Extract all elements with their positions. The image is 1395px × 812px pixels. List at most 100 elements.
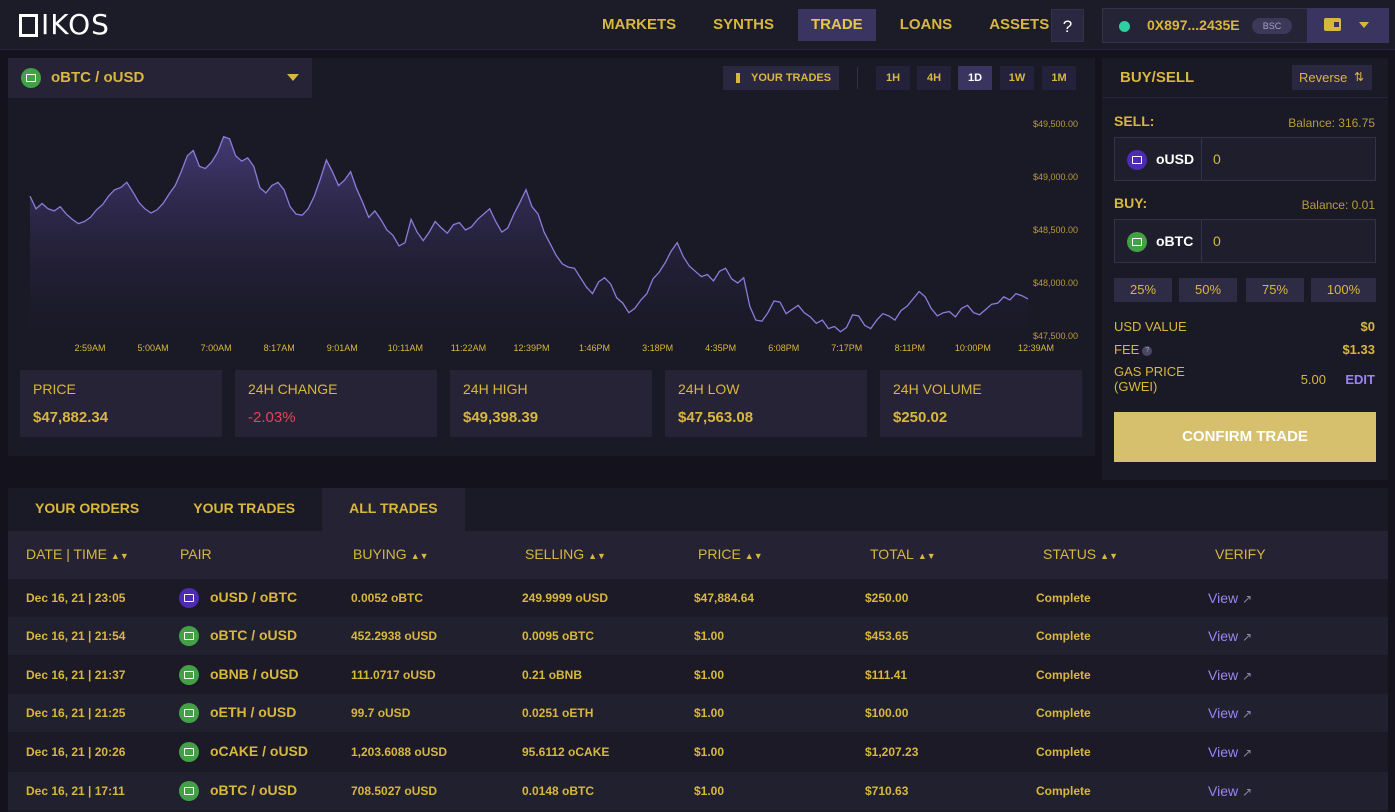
col-date[interactable]: DATE | TIME ▲▼ [26, 546, 129, 562]
tab-your-orders[interactable]: YOUR ORDERS [8, 488, 166, 531]
wallet-panel[interactable]: 0X897...2435E BSC [1102, 8, 1389, 43]
buy-field[interactable]: oBTC 0 [1114, 219, 1376, 263]
row-pair: oBTC / oUSD [210, 782, 298, 798]
table-row[interactable]: Dec 16, 21 | 17:11 oBTC / oUSD 708.5027 … [8, 772, 1388, 810]
col-buying[interactable]: BUYING ▲▼ [353, 546, 429, 562]
chevron-down-icon [1359, 22, 1369, 28]
row-date: Dec 16, 21 | 17:11 [26, 784, 125, 798]
chevron-down-icon [287, 74, 299, 81]
wallet-menu-button[interactable] [1307, 8, 1389, 43]
col-buying-label: BUYING [353, 546, 407, 562]
view-link[interactable]: View ↗ [1208, 783, 1252, 799]
row-status: Complete [1036, 629, 1091, 643]
row-selling: 95.6112 oCAKE [522, 745, 610, 759]
trade-title: BUY/SELL [1120, 69, 1195, 86]
x-tick-label: 11:22AM [451, 343, 486, 353]
confirm-trade-button[interactable]: CONFIRM TRADE [1114, 412, 1376, 462]
timeframe-1m[interactable]: 1M [1042, 66, 1076, 90]
row-price: $1.00 [694, 629, 725, 643]
view-label: View [1208, 705, 1239, 721]
row-pair: oBTC / oUSD [210, 627, 298, 643]
swap-arrows-icon: ⇅ [1354, 70, 1365, 84]
sell-balance[interactable]: Balance: 316.75 [1288, 116, 1375, 130]
row-buying: 1,203.6088 oUSD [351, 745, 448, 759]
row-total: $1,207.23 [865, 745, 919, 759]
view-label: View [1208, 590, 1239, 606]
sell-amount-input[interactable]: 0 [1213, 151, 1221, 167]
buy-balance[interactable]: Balance: 0.01 [1302, 198, 1375, 212]
pair-label: oBTC / oUSD [51, 69, 145, 86]
tab-all-trades[interactable]: ALL TRADES [322, 488, 465, 531]
ikos-logo[interactable]: IKOS [19, 11, 110, 39]
view-link[interactable]: View ↗ [1208, 667, 1252, 683]
stat-label: 24H CHANGE [248, 381, 338, 397]
wallet-icon [1324, 18, 1341, 31]
y-tick-label: $49,000.00 [1033, 172, 1078, 182]
table-row[interactable]: Dec 16, 21 | 21:25 oETH / oUSD 99.7 oUSD… [8, 694, 1388, 732]
buy-label: BUY: [1114, 195, 1148, 211]
help-button[interactable]: ? [1051, 9, 1084, 42]
col-status[interactable]: STATUS ▲▼ [1043, 546, 1118, 562]
obtc-coin-icon [21, 68, 41, 88]
top-navbar: IKOS MARKETS SYNTHS TRADE LOANS ASSETS ?… [0, 0, 1395, 50]
view-link[interactable]: View ↗ [1208, 705, 1252, 721]
edit-gas-button[interactable]: EDIT [1345, 372, 1375, 387]
row-price: $47,884.64 [694, 591, 755, 605]
view-label: View [1208, 783, 1239, 799]
view-label: View [1208, 667, 1239, 683]
tab-your-trades[interactable]: YOUR TRADES [166, 488, 322, 531]
stat-value: -2.03% [248, 409, 296, 426]
nav-trade[interactable]: TRADE [798, 9, 876, 41]
timeframe-4h[interactable]: 4H [917, 66, 951, 90]
y-tick-label: $48,000.00 [1033, 278, 1078, 288]
timeframe-1h[interactable]: 1H [876, 66, 910, 90]
pair-selector[interactable]: oBTC / oUSD [8, 58, 312, 98]
row-date: Dec 16, 21 | 21:37 [26, 668, 126, 682]
view-link[interactable]: View ↗ [1208, 744, 1252, 760]
percent-100-button[interactable]: 100% [1311, 278, 1376, 302]
nav-assets[interactable]: ASSETS [976, 9, 1062, 41]
nav-synths[interactable]: SYNTHS [700, 9, 787, 41]
price-chart[interactable]: $49,500.00 $49,000.00 $48,500.00 $48,000.00… [18, 100, 1088, 362]
col-selling[interactable]: SELLING ▲▼ [525, 546, 606, 562]
y-tick-label: $49,500.00 [1033, 119, 1078, 129]
x-tick-label: 3:18PM [642, 343, 673, 353]
your-trades-toggle[interactable]: YOUR TRADES [723, 66, 839, 90]
nav-loans[interactable]: LOANS [887, 9, 966, 41]
stat-24h-change: 24H CHANGE -2.03% [235, 370, 437, 437]
buy-amount-input[interactable]: 0 [1213, 233, 1221, 249]
table-row[interactable]: Dec 16, 21 | 20:26 oCAKE / oUSD 1,203.60… [8, 733, 1388, 771]
divider [857, 67, 858, 89]
table-row[interactable]: Dec 16, 21 | 23:05 oUSD / oBTC 0.0052 oB… [8, 579, 1388, 617]
table-row[interactable]: Dec 16, 21 | 21:37 oBNB / oUSD 111.0717 … [8, 656, 1388, 694]
percent-75-button[interactable]: 75% [1246, 278, 1304, 302]
main-nav: MARKETS SYNTHS TRADE LOANS ASSETS [589, 9, 1073, 41]
oeth-coin-icon [179, 703, 199, 723]
sell-token[interactable]: oUSD [1156, 151, 1194, 167]
row-total: $100.00 [865, 706, 909, 720]
fee-value: $1.33 [1342, 342, 1375, 357]
row-selling: 0.21 oBNB [522, 668, 583, 682]
y-tick-label: $48,500.00 [1033, 225, 1078, 235]
obtc-coin-icon [179, 781, 199, 801]
reverse-button[interactable]: Reverse ⇅ [1292, 65, 1372, 90]
percent-25-button[interactable]: 25% [1114, 278, 1172, 302]
gas-price-label: GAS PRICE [1114, 364, 1185, 379]
info-icon[interactable]: ? [1142, 345, 1153, 356]
view-link[interactable]: View ↗ [1208, 590, 1252, 606]
x-tick-label: 6:08PM [768, 343, 799, 353]
sell-field[interactable]: oUSD 0 [1114, 137, 1376, 181]
nav-markets[interactable]: MARKETS [589, 9, 689, 41]
col-total[interactable]: TOTAL ▲▼ [870, 546, 936, 562]
buy-token[interactable]: oBTC [1156, 233, 1193, 249]
row-date: Dec 16, 21 | 21:54 [26, 629, 126, 643]
sort-icon: ▲▼ [744, 551, 763, 561]
table-row[interactable]: Dec 16, 21 | 21:54 oBTC / oUSD 452.2938 … [8, 617, 1388, 655]
timeframe-1d[interactable]: 1D [958, 66, 992, 90]
y-tick-label: $47,500.00 [1033, 331, 1078, 341]
col-price[interactable]: PRICE ▲▼ [698, 546, 763, 562]
view-link[interactable]: View ↗ [1208, 628, 1252, 644]
col-price-label: PRICE [698, 546, 741, 562]
timeframe-1w[interactable]: 1W [1000, 66, 1034, 90]
percent-50-button[interactable]: 50% [1179, 278, 1237, 302]
